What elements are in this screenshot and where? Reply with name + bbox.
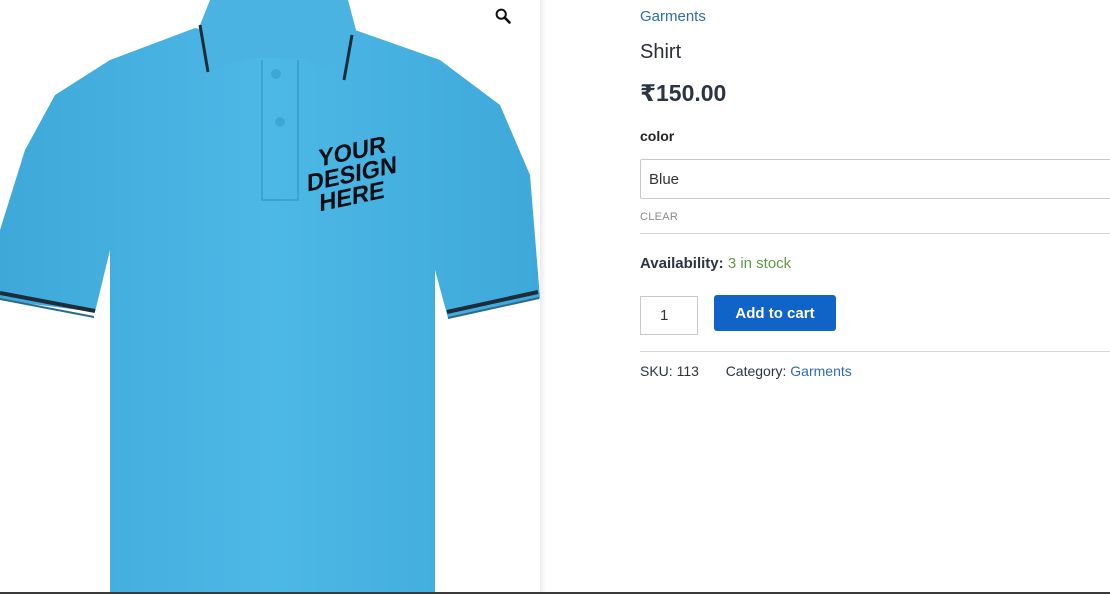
product-gallery[interactable]: YOUR DESIGN HERE [0,0,543,594]
availability-label: Availability: [640,255,724,272]
zoom-button[interactable] [495,8,523,36]
divider [640,351,1110,352]
gallery-divider [540,0,546,594]
zoom-magnifier-icon [495,8,511,24]
category-link[interactable]: Garments [790,363,851,379]
color-select-value: Blue [649,171,680,188]
product-price: ₹150.00 [640,80,727,106]
clear-selection-link[interactable]: CLEAR [640,211,678,223]
breadcrumb-category-link[interactable]: Garments [640,8,706,25]
category-label: Category: [725,363,787,379]
product-image: YOUR DESIGN HERE [0,0,540,594]
color-attribute-label: color [640,128,675,144]
color-select[interactable]: Blue [640,159,1110,199]
stock-status: 3 in stock [727,255,792,272]
availability: Availability: 3 in stock [640,255,791,272]
add-to-cart-button[interactable]: Add to cart [714,295,836,331]
sku-label: SKU: [640,363,673,379]
quantity-input[interactable]: 1 [640,296,698,335]
divider [640,233,1110,234]
product-title: Shirt [640,41,682,63]
product-meta: SKU: 113 Category: Garments [640,363,852,379]
product-page: YOUR DESIGN HERE Garments Shirt ₹150.00 … [0,0,1110,594]
sku-value: 113 [676,363,699,379]
